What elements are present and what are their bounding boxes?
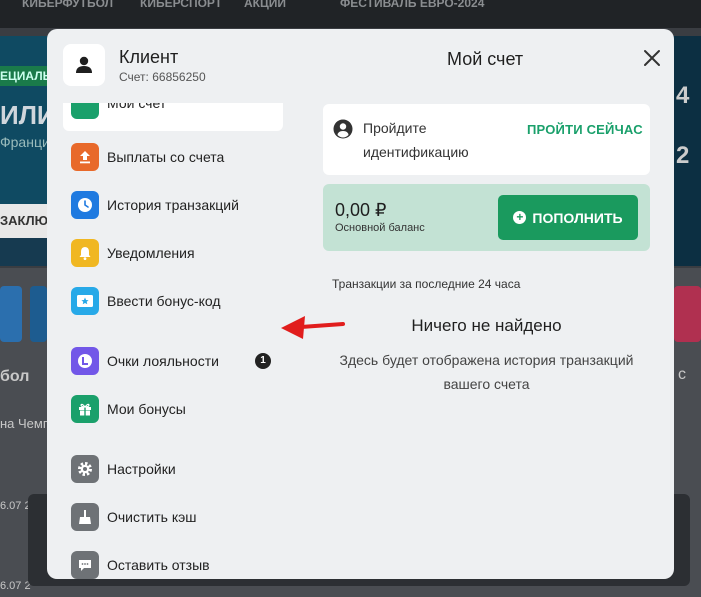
bell-icon: [71, 239, 99, 267]
transactions-heading: Транзакции за последние 24 часа: [332, 277, 521, 291]
sidebar-item-settings[interactable]: Настройки: [63, 451, 288, 487]
background-date: 6.07 2: [0, 500, 31, 512]
empty-state-description: Здесь будет отображена история транзакци…: [339, 352, 634, 392]
close-icon: [644, 50, 660, 66]
sidebar-item-label: История транзакций: [107, 197, 239, 213]
identify-now-link[interactable]: ПРОЙТИ СЕЙЧАС: [527, 122, 643, 137]
background-banner-button: ЗАКЛЮ: [0, 204, 48, 238]
account-icon: [71, 103, 99, 119]
gear-icon: [71, 455, 99, 483]
sidebar-item-withdrawals[interactable]: Выплаты со счета: [63, 139, 288, 175]
user-icon: [76, 56, 92, 73]
background-date: 6.07 2: [0, 580, 31, 592]
sidebar-item-label: Ввести бонус-код: [107, 293, 221, 309]
bg-nav-euro: ФЕСТИВАЛЬ ЕВРО-2024: [340, 0, 485, 10]
sidebar-item-notifications[interactable]: Уведомления: [63, 235, 288, 271]
empty-state-title: Ничего не найдено: [411, 316, 562, 335]
background-right-text: 2: [676, 142, 690, 169]
sidebar-item-my-bonuses[interactable]: Мои бонусы: [63, 391, 288, 427]
sidebar-item-label: Выплаты со счета: [107, 149, 225, 165]
sidebar-item-loyalty-points[interactable]: Очки лояльности 1: [63, 343, 288, 379]
background-banner-subtitle: Франци: [0, 134, 50, 150]
identification-text: Пройдите идентификацию: [363, 120, 469, 160]
sidebar-item-clear-cache[interactable]: Очистить кэш: [63, 499, 288, 535]
topup-button[interactable]: + ПОПОЛНИТЬ: [498, 195, 638, 240]
sidebar-item-label: Мои бонусы: [107, 401, 186, 417]
account-modal: Клиент Счет: 66856250 Мой счет Мой счет …: [47, 29, 674, 579]
sidebar-item-label: Оставить отзыв: [107, 557, 210, 573]
client-name: Клиент: [119, 47, 179, 67]
background-card: [0, 286, 22, 342]
background-right-text: 4: [676, 82, 690, 109]
bonus-code-icon: [71, 287, 99, 315]
sidebar-item-label: Очки лояльности: [107, 353, 219, 369]
bg-nav-esports-football: КИБЕРФУТБОЛ: [22, 0, 114, 10]
background-right-snippet: с: [678, 366, 686, 383]
sidebar-item-label: Настройки: [107, 461, 176, 477]
balance-card: 0,00 ₽ Основной баланс + ПОПОЛНИТЬ: [323, 184, 650, 251]
sidebar-item-bonus-code[interactable]: Ввести бонус-код: [63, 283, 288, 319]
broom-icon: [71, 503, 99, 531]
account-number: Счет: 66856250: [119, 70, 206, 84]
bg-nav-esports: КИБЕРСПОРТ: [140, 0, 223, 10]
bg-nav-promos: АКЦИИ: [244, 0, 287, 10]
sidebar-item-my-account[interactable]: Мой счет: [63, 103, 283, 131]
balance-label: Основной баланс: [335, 222, 425, 234]
clock-icon: [71, 191, 99, 219]
background-card: [30, 286, 47, 342]
sidebar-item-feedback[interactable]: Оставить отзыв: [63, 547, 288, 579]
withdraw-icon: [71, 143, 99, 171]
modal-header: Клиент Счет: 66856250 Мой счет: [47, 29, 674, 103]
sidebar-item-transaction-history[interactable]: История транзакций: [63, 187, 288, 223]
background-match-text: на Чемп: [0, 416, 50, 431]
identification-card: Пройдите идентификацию ПРОЙТИ СЕЙЧАС: [323, 104, 650, 175]
loyalty-badge: 1: [255, 353, 271, 369]
sidebar-item-label: Мой счет: [107, 103, 167, 111]
loyalty-icon: [71, 347, 99, 375]
account-sidebar: Мой счет Выплаты со счета История транза…: [63, 103, 288, 579]
background-section-label: бол: [0, 368, 30, 385]
user-circle-icon: [333, 119, 353, 139]
modal-title: Мой счет: [447, 49, 524, 69]
background-banner-tag: ЕЦИАЛЬ: [0, 66, 51, 86]
sidebar-item-label: Очистить кэш: [107, 509, 197, 525]
plus-icon: +: [513, 211, 527, 224]
red-arrow-annotation: [281, 316, 345, 339]
sidebar-item-label: Уведомления: [107, 245, 195, 261]
gift-icon: [71, 395, 99, 423]
feedback-icon: [71, 551, 99, 579]
avatar: [63, 44, 105, 86]
close-button[interactable]: [641, 47, 663, 69]
background-topbar: КИБЕРФУТБОЛ КИБЕРСПОРТ АКЦИИ ФЕСТИВАЛЬ Е…: [0, 0, 701, 28]
background-card: [674, 286, 701, 342]
topup-label: ПОПОЛНИТЬ: [532, 209, 623, 226]
balance-amount: 0,00 ₽: [335, 200, 387, 220]
